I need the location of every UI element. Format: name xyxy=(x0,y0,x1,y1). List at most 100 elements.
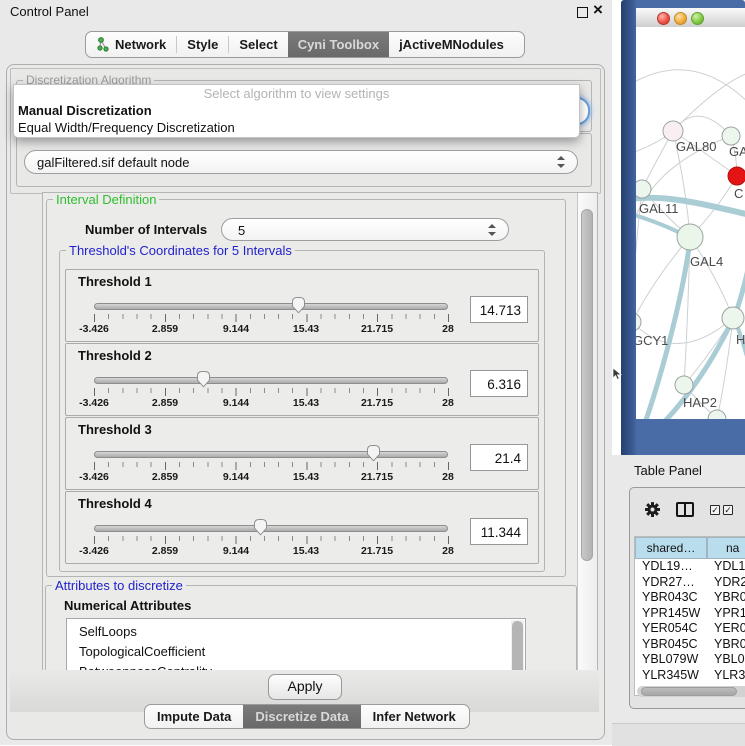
table-row[interactable]: YLR345WYLR3 xyxy=(635,668,745,684)
close-traffic-light-icon[interactable] xyxy=(657,12,670,25)
minimize-traffic-light-icon[interactable] xyxy=(674,12,687,25)
interval-definition-group: Interval Definition Number of Intervals … xyxy=(46,199,566,577)
tick-label: 15.43 xyxy=(293,471,319,483)
tab-jactivemnodules[interactable]: jActiveMNodules xyxy=(389,32,514,57)
scrollbar-thumb[interactable] xyxy=(641,687,737,696)
column-header-name[interactable]: na xyxy=(707,537,745,559)
column-header-shared-name[interactable]: shared… xyxy=(635,537,707,559)
node-top-right[interactable] xyxy=(722,127,740,145)
cell: YBR0 xyxy=(707,637,745,653)
network-graph: GAL80 GA C GAL11 GAL4 GCY1 H HAP2 xyxy=(636,27,745,419)
node-label: H xyxy=(736,332,745,347)
threshold-2-slider-thumb[interactable] xyxy=(196,370,211,388)
table-data-combobox[interactable]: galFiltered.sif default node xyxy=(24,150,578,174)
cell: YDL1 xyxy=(707,559,745,575)
popup-option-equal-width[interactable]: Equal Width/Frequency Discretization xyxy=(14,119,579,136)
cell: YPR145W xyxy=(635,606,707,622)
table-panel-region: Table Panel ✓ ✓ shared… na YDL19…YDL1 YD… xyxy=(612,455,745,745)
node-hap2[interactable] xyxy=(675,376,693,394)
node-red-selected[interactable] xyxy=(728,167,745,185)
network-window-titlebar[interactable] xyxy=(636,8,745,28)
tab-infer-network[interactable]: Infer Network xyxy=(361,705,468,728)
top-tabbar: Network Style Select Cyni Toolbox jActiv… xyxy=(85,31,525,58)
threshold-1-slider-track[interactable] xyxy=(94,303,448,310)
spinner-arrows-icon xyxy=(488,224,496,236)
node-label: GCY1 xyxy=(636,333,668,348)
table-row[interactable]: YBL079WYBL0 xyxy=(635,652,745,668)
tab-impute-data[interactable]: Impute Data xyxy=(145,705,243,728)
tick-label: 2.859 xyxy=(152,397,178,409)
interval-definition-label: Interval Definition xyxy=(53,192,159,207)
tick-label: 21.715 xyxy=(361,397,393,409)
tab-cyni-toolbox[interactable]: Cyni Toolbox xyxy=(288,32,389,57)
threshold-4-value-field[interactable]: 11.344 xyxy=(470,518,528,545)
number-of-intervals-value: 5 xyxy=(238,223,245,238)
node-label: GAL80 xyxy=(676,139,716,154)
major-ticks xyxy=(94,314,450,322)
threshold-3-slider-thumb[interactable] xyxy=(366,444,381,462)
split-columns-icon[interactable] xyxy=(676,502,694,517)
scrollbar-thumb[interactable] xyxy=(581,209,593,561)
table-row[interactable]: YDL19…YDL1 xyxy=(635,559,745,575)
tick-label: 28 xyxy=(442,397,454,409)
gear-icon[interactable] xyxy=(644,501,661,518)
threshold-2-slider-track[interactable] xyxy=(94,377,448,384)
tick-label: 2.859 xyxy=(152,545,178,557)
table-row[interactable]: YBR043CYBR0 xyxy=(635,590,745,606)
node-gal11[interactable] xyxy=(636,180,651,198)
close-icon[interactable]: × xyxy=(593,0,603,20)
tab-discretize-data[interactable]: Discretize Data xyxy=(243,705,360,728)
node-gcy1[interactable] xyxy=(636,313,641,331)
table-row[interactable]: YPR145WYPR1 xyxy=(635,606,745,622)
settings-scrollpane: Interval Definition Number of Intervals … xyxy=(42,192,598,672)
threshold-3-slider-track[interactable] xyxy=(94,451,448,458)
checkbox-icon[interactable]: ✓ xyxy=(710,505,720,515)
horizontal-scrollbar[interactable] xyxy=(637,686,745,697)
tick-label: 28 xyxy=(442,471,454,483)
tick-label: -3.426 xyxy=(79,471,109,483)
tick-label: 21.715 xyxy=(361,545,393,557)
popup-option-manual-discretization[interactable]: Manual Discretization xyxy=(14,102,579,119)
list-scrollbar[interactable] xyxy=(511,620,524,672)
threshold-2-value-field[interactable]: 6.316 xyxy=(470,370,528,397)
footer-strip xyxy=(612,723,745,746)
node-h[interactable] xyxy=(722,307,744,329)
threshold-3-value-field[interactable]: 21.4 xyxy=(470,444,528,471)
checkbox-icon[interactable]: ✓ xyxy=(723,505,733,515)
tab-jactivemnodules-label: jActiveMNodules xyxy=(399,37,504,52)
table-panel-title: Table Panel xyxy=(634,463,702,478)
tick-label: 15.43 xyxy=(293,323,319,335)
tick-label: 9.144 xyxy=(223,545,249,557)
list-item[interactable]: TopologicalCoefficient xyxy=(67,642,525,662)
table-panel: ✓ ✓ shared… na YDL19…YDL1 YDR27…YDR2 YBR… xyxy=(629,487,745,709)
threshold-1-value-field[interactable]: 14.713 xyxy=(470,296,528,323)
table-row[interactable]: YER054CYER0 xyxy=(635,621,745,637)
table-header: shared… na xyxy=(635,537,745,559)
cell: YER054C xyxy=(635,621,707,637)
settings-scrollbar[interactable] xyxy=(577,193,597,671)
apply-button[interactable]: Apply xyxy=(268,674,342,700)
node-gal4[interactable] xyxy=(677,224,703,250)
tick-label: 9.144 xyxy=(223,471,249,483)
tab-discretize-data-label: Discretize Data xyxy=(255,709,348,724)
threshold-3-panel: Threshold 3 -3.426 2.859 9.144 15.43 21.… xyxy=(65,417,539,490)
float-window-icon[interactable] xyxy=(577,7,588,18)
table-row[interactable]: YBR045CYBR0 xyxy=(635,637,745,653)
algorithm-dropdown-popup: Select algorithm to view settings Manual… xyxy=(13,84,580,138)
tab-select[interactable]: Select xyxy=(229,32,287,57)
tab-network[interactable]: Network xyxy=(86,32,176,57)
tab-style[interactable]: Style xyxy=(177,32,228,57)
table-row[interactable]: YDR27…YDR2 xyxy=(635,575,745,591)
node-bottom-partial[interactable] xyxy=(708,410,726,419)
node-gal80[interactable] xyxy=(663,121,683,141)
zoom-traffic-light-icon[interactable] xyxy=(691,12,704,25)
network-canvas[interactable]: GAL80 GA C GAL11 GAL4 GCY1 H HAP2 xyxy=(636,27,745,419)
cell: YBL079W xyxy=(635,652,707,668)
list-item[interactable]: SelfLoops xyxy=(67,619,525,642)
threshold-4-slider-thumb[interactable] xyxy=(253,518,268,536)
threshold-4-slider-track[interactable] xyxy=(94,525,448,532)
node-label: GAL11 xyxy=(639,201,679,216)
threshold-1-slider-thumb[interactable] xyxy=(291,296,306,314)
number-of-intervals-spinner[interactable]: 5 xyxy=(221,218,509,241)
tick-labels: -3.426 2.859 9.144 15.43 21.715 28 xyxy=(94,471,448,483)
